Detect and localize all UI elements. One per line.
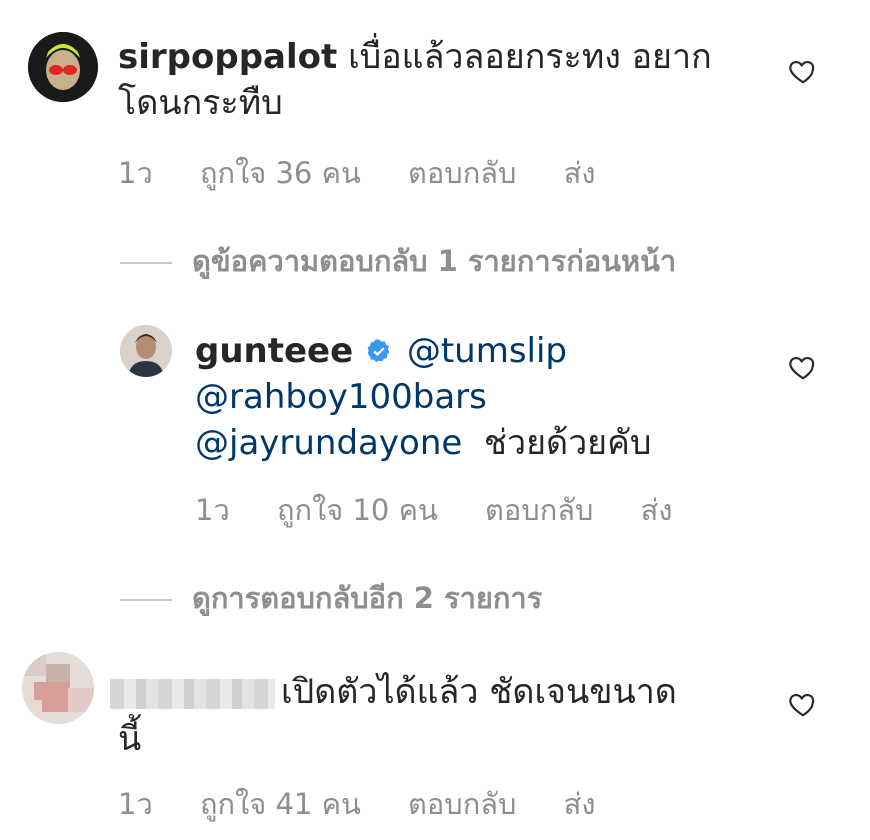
comment-text: gunteee @tumslip @rahboy100bars @jayrund… <box>195 328 755 466</box>
comment-time: 1ว <box>195 493 230 527</box>
blurred-username[interactable] <box>110 678 275 709</box>
like-count[interactable]: ถูกใจ 10 คน <box>277 493 438 527</box>
comment-body: ช่วยด้วยคับ <box>483 423 652 463</box>
divider-line <box>120 599 172 601</box>
view-replies-button[interactable]: ดูข้อความตอบกลับ 1 รายการก่อนหน้า <box>120 243 676 279</box>
comment-text: sirpoppalot เบื่อแล้วลอยกระทง อยากโดนกระ… <box>118 34 738 126</box>
avatar[interactable] <box>120 325 172 377</box>
reply-button[interactable]: ตอบกลับ <box>408 156 516 190</box>
comment-time: 1ว <box>118 787 153 821</box>
comment-line: @rahboy100bars <box>195 374 755 420</box>
comment-time: 1ว <box>118 156 153 190</box>
comment-meta: 1ว ถูกใจ 36 คน ตอบกลับ ส่ง <box>118 155 634 191</box>
avatar[interactable] <box>28 32 98 102</box>
view-replies-label: ดูข้อความตอบกลับ 1 รายการก่อนหน้า <box>192 244 677 278</box>
comment-username[interactable]: gunteee <box>195 331 353 371</box>
heart-icon[interactable] <box>788 352 818 382</box>
comment-text: เปิดตัวได้แล้ว ชัดเจนขนาด <box>110 669 760 715</box>
reply-button[interactable]: ตอบกลับ <box>408 787 516 821</box>
divider-line <box>120 262 172 264</box>
avatar[interactable] <box>22 652 94 724</box>
like-count[interactable]: ถูกใจ 36 คน <box>200 156 361 190</box>
send-button[interactable]: ส่ง <box>564 787 596 821</box>
comment-text-continued: นี้ <box>118 719 142 759</box>
mention-link[interactable]: @rahboy100bars <box>195 377 487 417</box>
comment-meta: 1ว ถูกใจ 41 คน ตอบกลับ ส่ง <box>118 786 634 822</box>
mention-link[interactable]: @tumslip <box>407 331 567 371</box>
send-button[interactable]: ส่ง <box>564 156 596 190</box>
heart-icon[interactable] <box>788 689 818 719</box>
avatar-image <box>22 652 94 724</box>
comment-meta: 1ว ถูกใจ 10 คน ตอบกลับ ส่ง <box>195 492 711 528</box>
avatar-image <box>28 32 98 102</box>
like-count[interactable]: ถูกใจ 41 คน <box>200 787 361 821</box>
reply-button[interactable]: ตอบกลับ <box>485 493 593 527</box>
avatar-image <box>120 325 172 377</box>
verified-badge-icon <box>367 339 390 363</box>
comment-line: gunteee @tumslip <box>195 328 755 374</box>
send-button[interactable]: ส่ง <box>641 493 673 527</box>
comment-line: @jayrundayone ช่วยด้วยคับ <box>195 420 755 466</box>
heart-icon[interactable] <box>788 56 818 86</box>
comment-body: เปิดตัวได้แล้ว ชัดเจนขนาด <box>281 672 677 712</box>
view-replies-label: ดูการตอบกลับอีก 2 รายการ <box>192 581 543 615</box>
comment-username[interactable]: sirpoppalot <box>118 37 337 77</box>
view-more-replies-button[interactable]: ดูการตอบกลับอีก 2 รายการ <box>120 580 542 616</box>
mention-link[interactable]: @jayrundayone <box>195 423 462 463</box>
